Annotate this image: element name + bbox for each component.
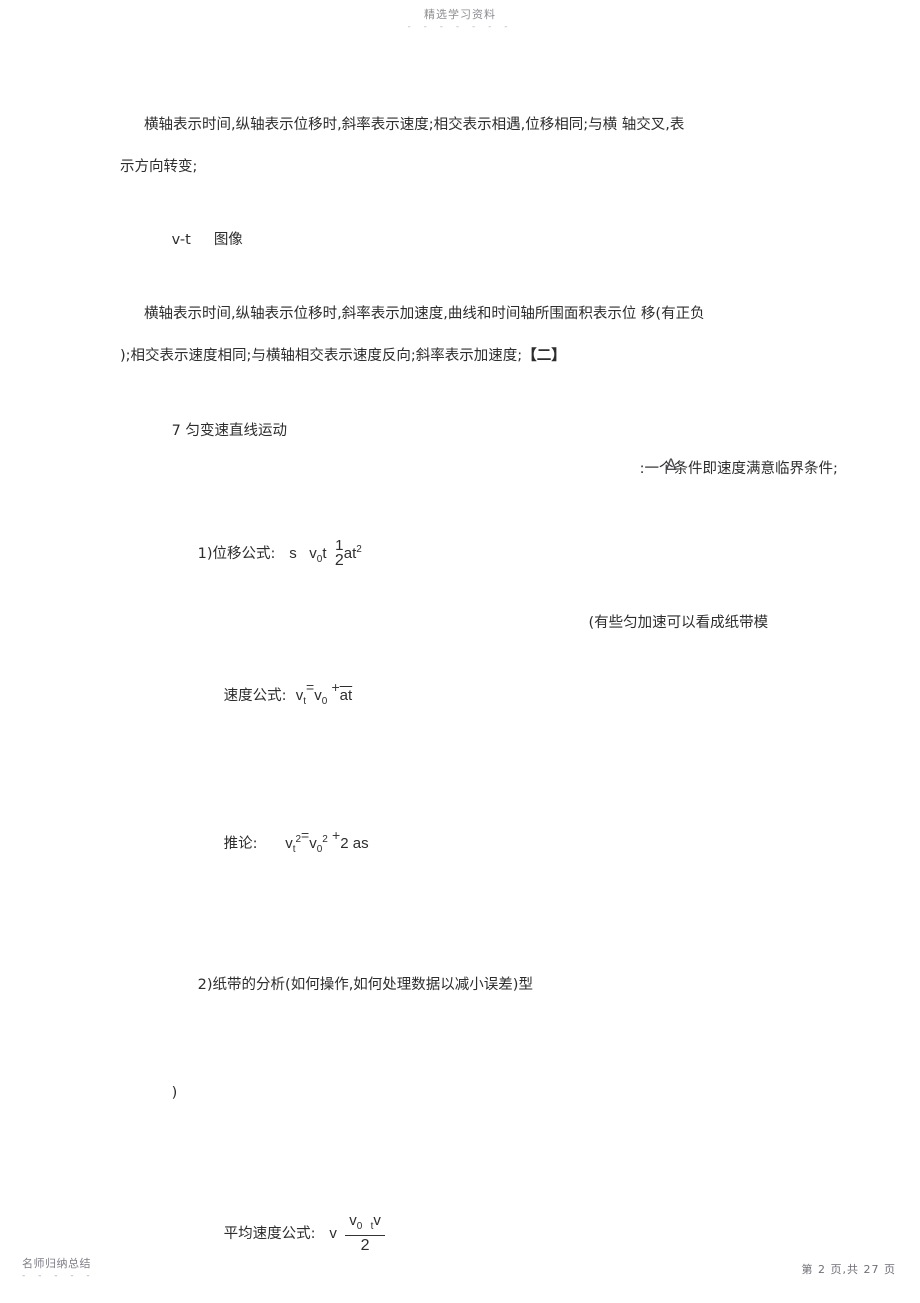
operator-plus-c: + xyxy=(332,827,341,843)
heading-uniform-acceleration-label: 7 匀变速直线运动 xyxy=(171,423,287,439)
paragraph-st-graph: 横轴表示时间,纵轴表示位移时,斜率表示速度;相交表示相遇,位移相同;与横 轴交叉… xyxy=(0,104,920,146)
fraction-average-denominator: 2 xyxy=(360,1236,370,1254)
fraction-denominator: 2 xyxy=(334,551,344,569)
fraction-numerator: 1 xyxy=(335,536,344,554)
var-v0: v xyxy=(309,545,317,562)
var-v0-b-sub: 0 xyxy=(321,696,328,707)
var-vt-c: v xyxy=(285,835,293,852)
vt-image-label: 图像 xyxy=(213,232,243,248)
document-content: 横轴表示时间,纵轴表示位移时,斜率表示速度;相交表示相遇,位移相同;与横 轴交叉… xyxy=(0,104,920,1303)
formula-average-velocity: 平均速度公式: v v0 tv 2 xyxy=(0,1135,920,1303)
item-tape-analysis-label: 纸带的分析(如何操作,如何处理数据以减小误差)型 xyxy=(212,977,533,993)
var-v0-c-sup: 2 xyxy=(322,834,328,845)
page-header: 精选学习资料 - - - - - - - xyxy=(0,8,920,32)
var-v0-avg-sub: 0 xyxy=(356,1221,363,1233)
formula-displacement-expression: s v0t 1 2 at2 xyxy=(289,538,362,569)
footer-watermark-note: 名师归纳总结 xyxy=(22,1257,91,1270)
formula-corollary: 推论: vt2=v02 +2 as xyxy=(0,771,920,919)
section-bracket-two: 【二】 xyxy=(522,348,566,364)
fraction-average: v0 tv 2 xyxy=(345,1213,385,1254)
formula-velocity: 速度公式: vt=v0 +at xyxy=(0,626,920,771)
formula-corollary-expression: vt2=v02 +2 as xyxy=(285,827,369,855)
var-v0-c-sub: 0 xyxy=(316,844,323,855)
delta-symbol-icon: Δ xyxy=(635,435,677,495)
header-dashes: - - - - - - - xyxy=(407,22,513,32)
paragraph-st-graph-cont: 示方向转变; xyxy=(0,146,920,188)
var-vt-sub: t xyxy=(303,696,307,707)
header-watermark-title: 精选学习资料 xyxy=(424,8,496,21)
var-vt-avg: v xyxy=(373,1212,381,1230)
heading-vt-graph: v-t 图像 xyxy=(0,188,920,293)
var-v0-avg: v xyxy=(349,1212,357,1230)
footer-page-indicator: 第 2 页,共 27 页 xyxy=(801,1263,896,1276)
item-tape-analysis-close-paren: ) xyxy=(171,1085,178,1101)
paragraph-vt-graph-cont: );相交表示速度相同;与横轴相交表示速度反向;斜率表示加速度;【二】 xyxy=(0,335,920,377)
formula-average-velocity-label: 平均速度公式: xyxy=(223,1226,316,1242)
formula-average-velocity-expression: v v0 tv 2 xyxy=(329,1213,385,1254)
paragraph-st-graph-line1: 横轴表示时间,纵轴表示位移时,斜率表示速度;相交表示相遇,位移相同;与横 轴交叉… xyxy=(144,117,685,133)
footer-dashes: - - - - - xyxy=(22,1271,95,1281)
paragraph-st-graph-line2: 示方向转变; xyxy=(120,159,198,175)
term-at-b: at xyxy=(339,687,353,704)
item-tape-analysis-number: 2) xyxy=(197,977,213,993)
var-t: t xyxy=(322,545,327,562)
var-v0-c: v xyxy=(309,835,317,852)
var-v0-b: v xyxy=(314,687,322,704)
note-tape-model: (有些匀加速可以看成纸带模 xyxy=(570,593,768,653)
operator-plus: + xyxy=(331,679,340,695)
operator-equals: = xyxy=(306,679,315,695)
delta-symbol-glyph: Δ xyxy=(665,455,677,474)
note-tape-model-text: (有些匀加速可以看成纸带模 xyxy=(588,615,769,631)
formula-velocity-expression: vt=v0 +at xyxy=(296,679,353,707)
vt-label: v-t xyxy=(171,232,191,248)
paragraph-vt-graph-line1: 横轴表示时间,纵轴表示位移时,斜率表示加速度,曲线和时间轴所围面积表示位 移(有… xyxy=(144,306,705,322)
formula-velocity-label: 速度公式: xyxy=(223,688,287,704)
item-tape-analysis: 2)纸带的分析(如何操作,如何处理数据以减小误差)型 xyxy=(0,919,920,1051)
var-s: s xyxy=(289,545,297,562)
document-page: 精选学习资料 - - - - - - - 横轴表示时间,纵轴表示位移时,斜率表示… xyxy=(0,0,920,1303)
term-2as: 2 as xyxy=(340,835,369,852)
fraction-average-bar xyxy=(345,1234,385,1236)
formula-displacement-label: 1)位移公式: xyxy=(197,546,276,562)
formula-displacement: 1)位移公式: s v0t 1 2 at2 xyxy=(0,484,920,626)
term-at: at xyxy=(343,545,357,562)
formula-corollary-label: 推论: xyxy=(223,836,258,852)
item-tape-analysis-close: ) xyxy=(0,1051,920,1135)
footer-left-block: 名师归纳总结 - - - - - xyxy=(22,1257,95,1281)
var-v-bar: v xyxy=(329,1225,337,1242)
fraction-one-half: 12 xyxy=(335,538,344,569)
operator-equals-c: = xyxy=(301,827,310,843)
paragraph-vt-graph: 横轴表示时间,纵轴表示位移时,斜率表示加速度,曲线和时间轴所围面积表示位 移(有… xyxy=(0,293,920,335)
var-vt-c-sub: t xyxy=(292,844,296,855)
term-at-exponent: 2 xyxy=(356,544,362,555)
fraction-average-numerator: v0 tv xyxy=(345,1213,385,1233)
paragraph-vt-graph-line2: );相交表示速度相同;与横轴相交表示速度反向;斜率表示加速度; xyxy=(120,348,523,364)
